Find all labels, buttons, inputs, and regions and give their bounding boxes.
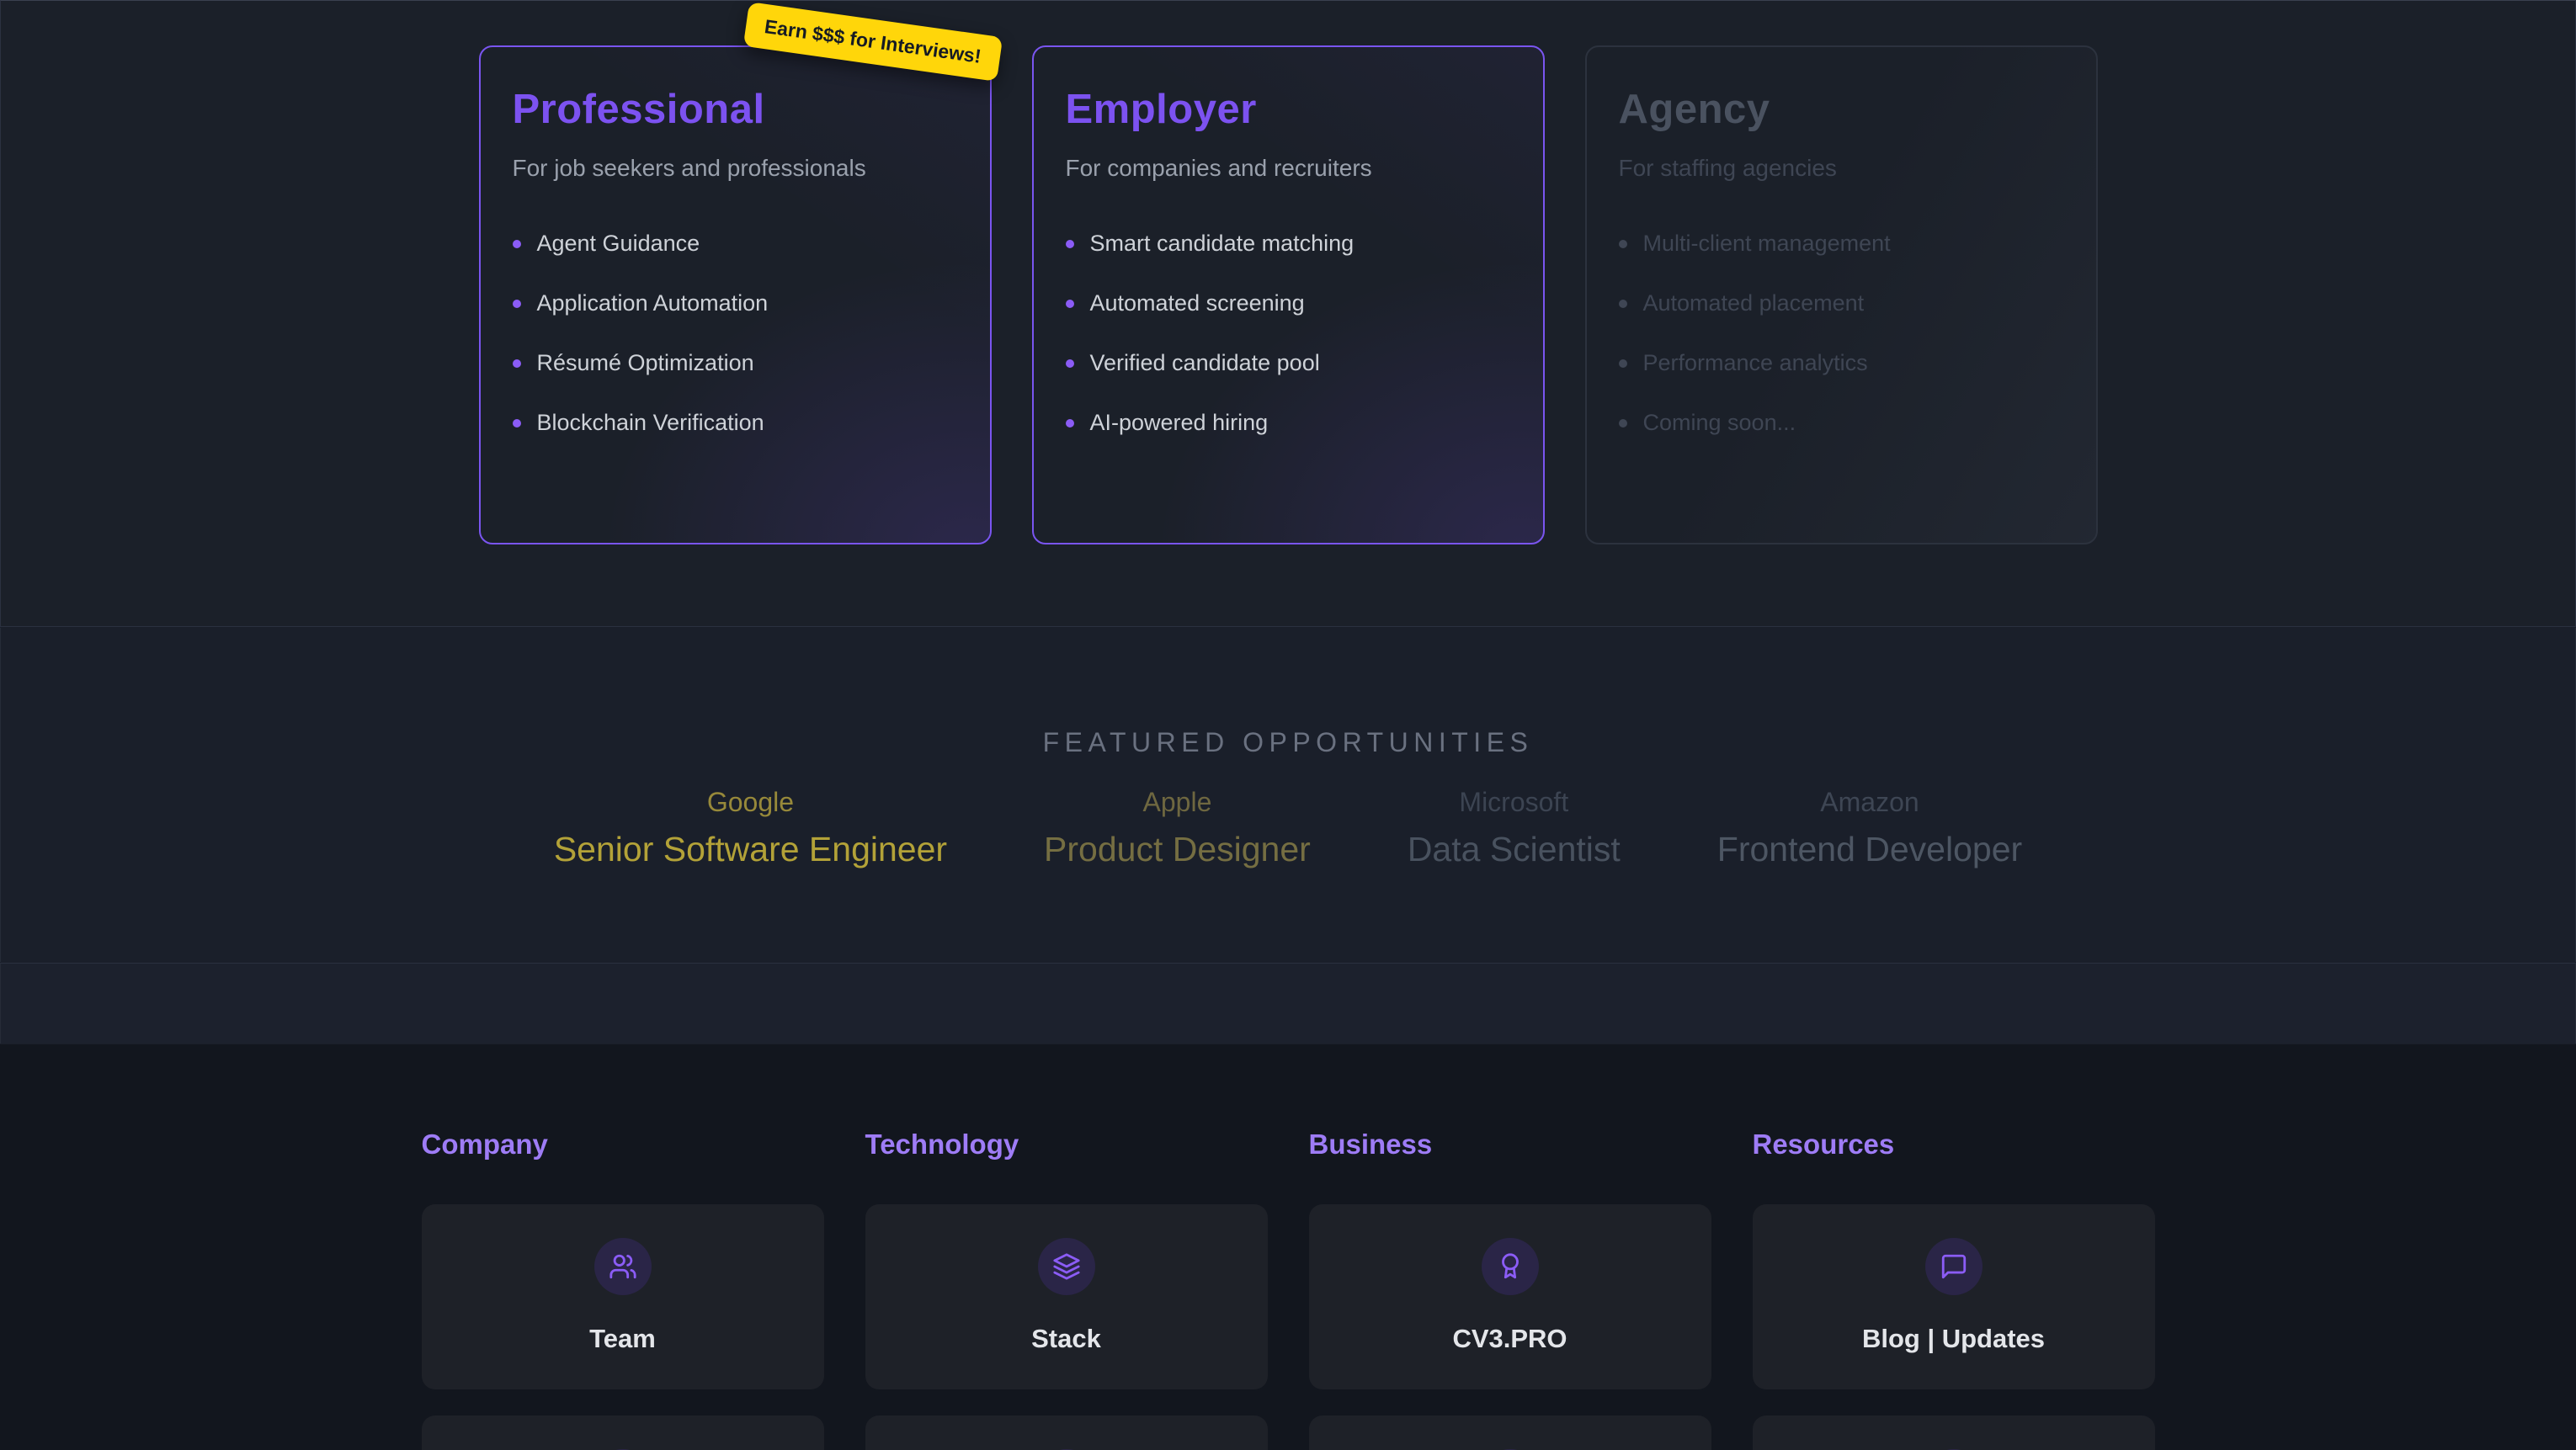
plan-feature-label: Multi-client management <box>1643 231 1891 257</box>
footer-card-partial[interactable] <box>1753 1415 2155 1450</box>
plan-feature: Performance analytics <box>1619 350 2064 376</box>
plan-feature-label: Résumé Optimization <box>537 350 754 376</box>
plan-feature-label: AI-powered hiring <box>1090 410 1269 436</box>
job-company: Google <box>707 787 794 818</box>
footer-column-business: Business CV3.PRO <box>1309 1129 1711 1450</box>
featured-jobs-carousel: Google Senior Software Engineer Apple Pr… <box>1 787 2575 869</box>
bullet-icon <box>1066 419 1074 428</box>
plan-title: Agency <box>1619 86 2064 133</box>
plan-title: Employer <box>1066 86 1511 133</box>
plans-section: Earn $$$ for Interviews! Professional Fo… <box>0 0 2576 627</box>
featured-heading: FEATURED OPPORTUNITIES <box>1 628 2575 758</box>
plan-feature: Agent Guidance <box>513 231 958 257</box>
icon-circle <box>1038 1238 1095 1295</box>
landing-page: Earn $$$ for Interviews! Professional Fo… <box>0 0 2576 1450</box>
footer-card-label: Stack <box>1031 1324 1101 1354</box>
footer-card-partial[interactable] <box>1309 1415 1711 1450</box>
plan-subtitle: For job seekers and professionals <box>513 155 958 182</box>
footer-card-label: Blog | Updates <box>1862 1324 2045 1354</box>
footer-card-team[interactable]: Team <box>422 1204 824 1389</box>
footer-card-blog[interactable]: Blog | Updates <box>1753 1204 2155 1389</box>
footer-heading: Resources <box>1753 1129 2155 1161</box>
plan-feature: Coming soon... <box>1619 410 2064 436</box>
award-icon <box>1496 1252 1525 1281</box>
footer-card-label: CV3.PRO <box>1452 1324 1567 1354</box>
featured-job-apple: Apple Product Designer <box>1044 787 1311 869</box>
plan-feature: Multi-client management <box>1619 231 2064 257</box>
message-square-icon <box>1940 1252 1968 1281</box>
plan-feature: Résumé Optimization <box>513 350 958 376</box>
plan-feature-label: Performance analytics <box>1643 350 1868 376</box>
job-title: Senior Software Engineer <box>554 830 947 869</box>
featured-opportunities-section: FEATURED OPPORTUNITIES Google Senior Sof… <box>0 628 2576 962</box>
bullet-icon <box>1066 300 1074 308</box>
plan-feature: Automated screening <box>1066 290 1511 316</box>
footer-column-technology: Technology Stack <box>865 1129 1268 1450</box>
layers-icon <box>1052 1252 1081 1281</box>
job-company: Apple <box>1143 787 1212 818</box>
featured-job-google: Google Senior Software Engineer <box>554 787 947 869</box>
footer-heading: Company <box>422 1129 824 1161</box>
plan-feature: Smart candidate matching <box>1066 231 1511 257</box>
plan-card-professional[interactable]: Professional For job seekers and profess… <box>479 45 992 544</box>
bullet-icon <box>1619 300 1627 308</box>
plan-feature: Application Automation <box>513 290 958 316</box>
plan-feature-label: Agent Guidance <box>537 231 700 257</box>
footer-card-cv3pro[interactable]: CV3.PRO <box>1309 1204 1711 1389</box>
plan-feature-label: Verified candidate pool <box>1090 350 1320 376</box>
footer-heading: Business <box>1309 1129 1711 1161</box>
plan-feature-list: Smart candidate matching Automated scree… <box>1066 231 1511 436</box>
users-icon <box>609 1252 637 1281</box>
footer-card-stack[interactable]: Stack <box>865 1204 1268 1389</box>
job-title: Product Designer <box>1044 830 1311 869</box>
plan-feature-label: Coming soon... <box>1643 410 1796 436</box>
footer-grid: Company Team Technology <box>0 1044 2576 1450</box>
job-title: Frontend Developer <box>1717 830 2022 869</box>
featured-job-amazon: Amazon Frontend Developer <box>1717 787 2022 869</box>
plan-subtitle: For companies and recruiters <box>1066 155 1511 182</box>
job-company: Amazon <box>1820 787 1919 818</box>
bullet-icon <box>513 300 521 308</box>
bullet-icon <box>1619 240 1627 248</box>
plan-feature: Verified candidate pool <box>1066 350 1511 376</box>
job-title: Data Scientist <box>1408 830 1621 869</box>
bullet-icon <box>513 419 521 428</box>
plan-card-employer[interactable]: Employer For companies and recruiters Sm… <box>1032 45 1545 544</box>
bullet-icon <box>1066 240 1074 248</box>
footer-column-company: Company Team <box>422 1129 824 1450</box>
footer-card-partial[interactable] <box>422 1415 824 1450</box>
bullet-icon <box>1066 359 1074 368</box>
plan-subtitle: For staffing agencies <box>1619 155 2064 182</box>
plans-row: Professional For job seekers and profess… <box>1 45 2575 544</box>
bullet-icon <box>1619 359 1627 368</box>
icon-circle <box>594 1238 652 1295</box>
plan-feature: Blockchain Verification <box>513 410 958 436</box>
footer-card-label: Team <box>589 1324 656 1354</box>
plan-feature-label: Application Automation <box>537 290 769 316</box>
plan-feature: AI-powered hiring <box>1066 410 1511 436</box>
footer-column-resources: Resources Blog | Updates <box>1753 1129 2155 1450</box>
plan-feature-label: Blockchain Verification <box>537 410 764 436</box>
icon-circle <box>1925 1238 1983 1295</box>
plan-feature: Automated placement <box>1619 290 2064 316</box>
footer-card-partial[interactable] <box>865 1415 1268 1450</box>
bullet-icon <box>513 359 521 368</box>
footer: Company Team Technology <box>0 1044 2576 1450</box>
plan-feature-label: Automated placement <box>1643 290 1865 316</box>
plan-card-agency: Agency For staffing agencies Multi-clien… <box>1585 45 2098 544</box>
icon-circle <box>1482 1238 1539 1295</box>
footer-heading: Technology <box>865 1129 1268 1161</box>
section-divider-band <box>0 963 2576 1044</box>
job-company: Microsoft <box>1459 787 1568 818</box>
bullet-icon <box>513 240 521 248</box>
bullet-icon <box>1619 419 1627 428</box>
plan-feature-list: Multi-client management Automated placem… <box>1619 231 2064 436</box>
plan-title: Professional <box>513 86 958 133</box>
plan-feature-label: Smart candidate matching <box>1090 231 1355 257</box>
featured-job-microsoft: Microsoft Data Scientist <box>1408 787 1621 869</box>
plan-feature-list: Agent Guidance Application Automation Ré… <box>513 231 958 436</box>
plan-feature-label: Automated screening <box>1090 290 1305 316</box>
